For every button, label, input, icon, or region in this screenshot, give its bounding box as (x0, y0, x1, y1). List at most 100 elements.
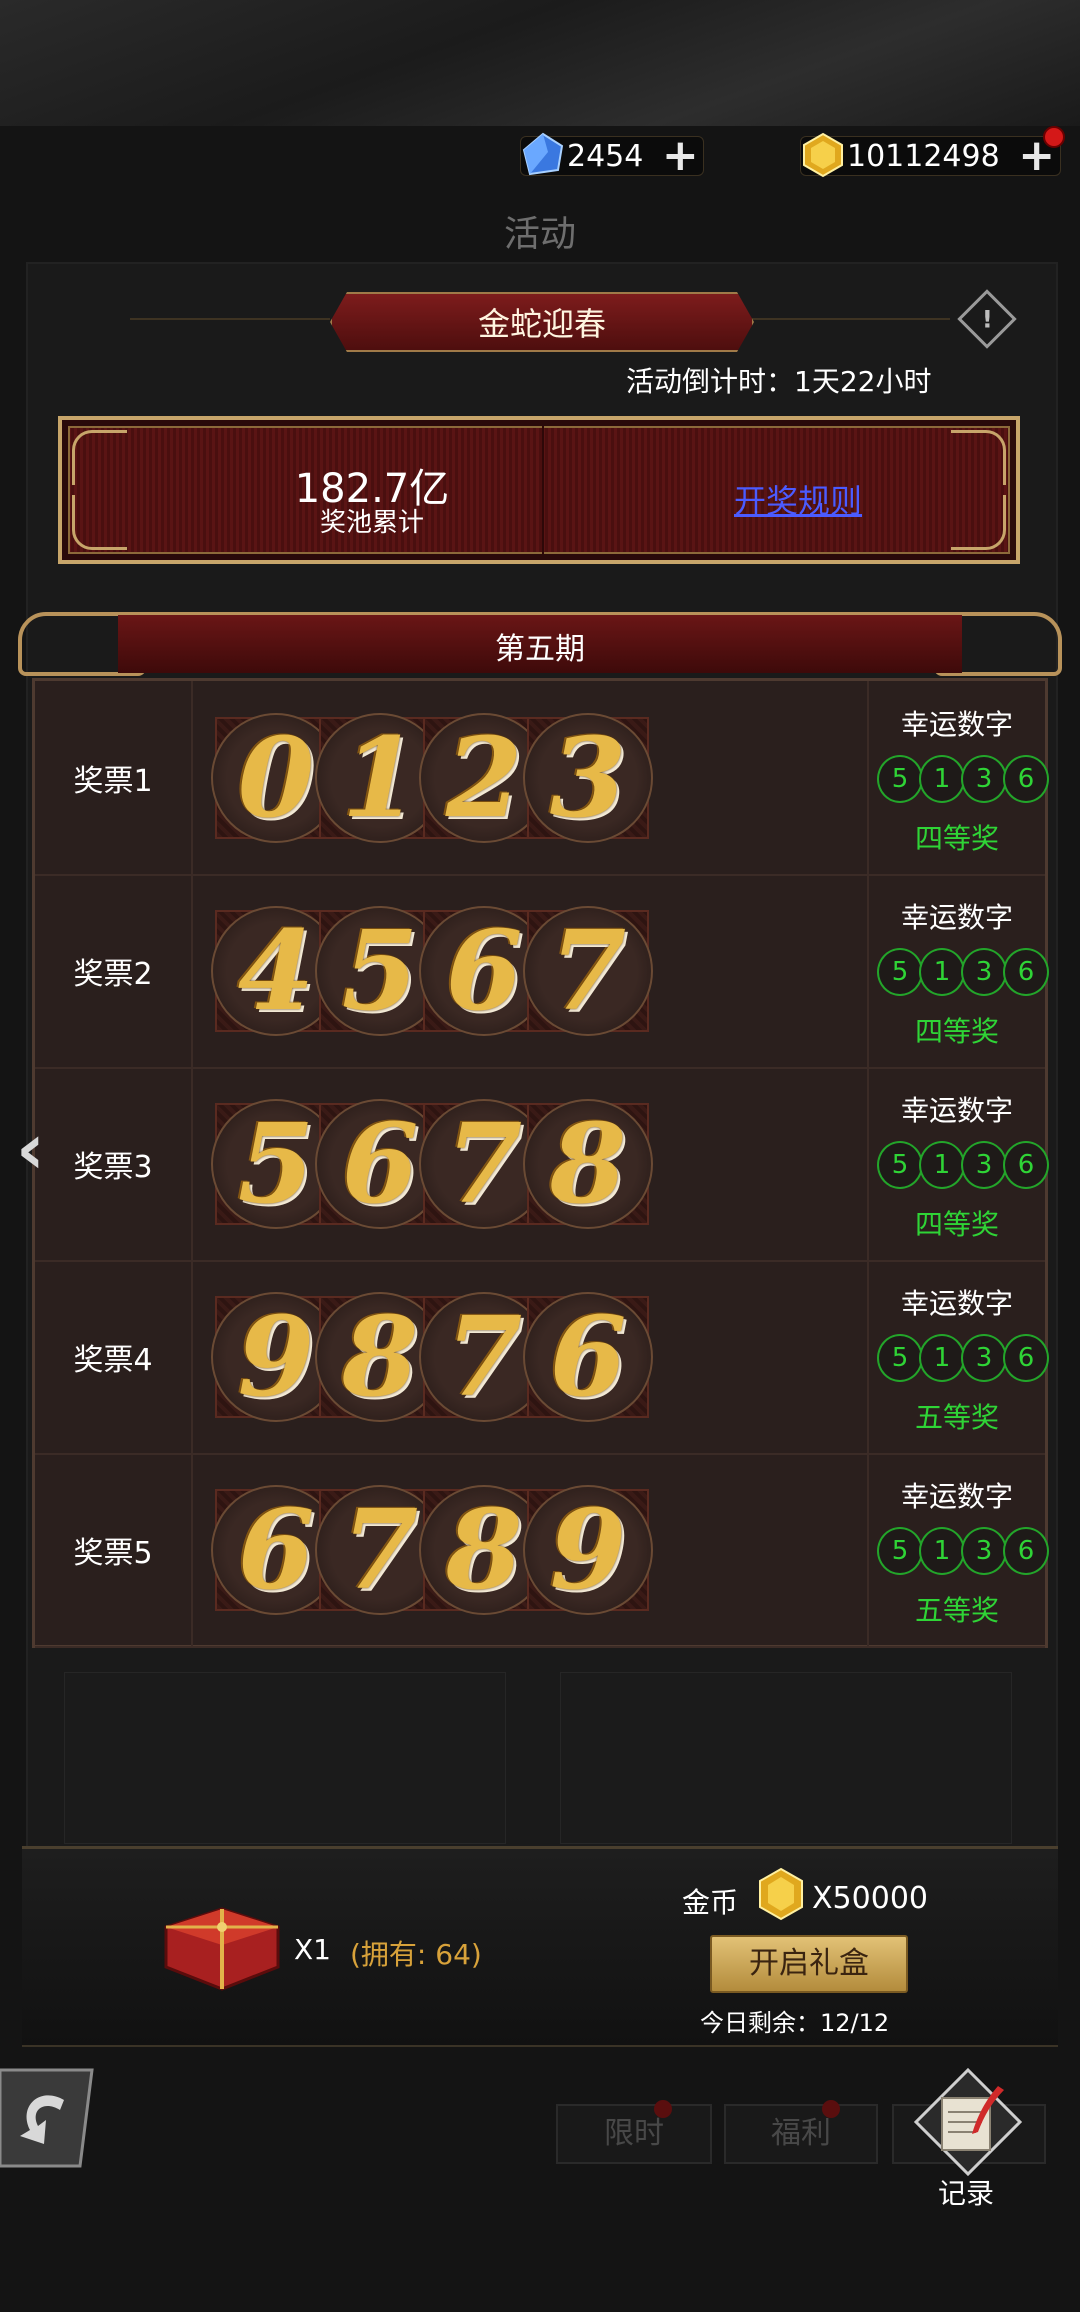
lucky-title: 幸运数字 (900, 1287, 1013, 1320)
tab-limited-label: 限时 (604, 2116, 664, 2151)
gem-counter: 2454 + (520, 132, 705, 180)
pool-divider (542, 426, 544, 554)
ticket-label: 奖票5 (35, 1453, 193, 1646)
notification-dot (654, 2100, 672, 2118)
ticket-digit: 6 (445, 906, 523, 1035)
gift-box-icon (164, 1907, 280, 1991)
ticket-table: 奖票1 0 1 2 3 幸运数字 5 1 3 6 四等奖 奖票2 4 5 6 7 幸运数字 5 1 3 6 四等奖 奖票3 5… (32, 678, 1049, 1648)
lucky-balls: 5136 (877, 1141, 1049, 1189)
lucky-number-ball: 3 (961, 1141, 1007, 1189)
snake-digit-icon: 6 (523, 1292, 653, 1422)
ticket-digit: 0 (237, 713, 315, 842)
lucky-number-ball: 1 (919, 948, 965, 996)
ticket-label: 奖票4 (35, 1260, 193, 1453)
return-icon[interactable] (0, 2066, 100, 2170)
snake-digit-icon: 9 (523, 1485, 653, 1615)
prize-level: 四等奖 (914, 822, 999, 855)
lucky-balls: 5136 (877, 1527, 1049, 1575)
ticket-label: 奖票1 (35, 681, 193, 874)
notification-dot (1042, 126, 1065, 148)
ticket-digit: 9 (549, 1485, 627, 1614)
giftbox-quantity: X1 (294, 1933, 331, 1966)
snake-digit-icon: 7 (523, 906, 653, 1036)
lucky-title: 幸运数字 (900, 1480, 1013, 1513)
lucky-number-ball: 5 (877, 755, 923, 803)
ornament-corner (951, 430, 1006, 485)
ticket-digit: 6 (341, 1099, 419, 1228)
ticket-numbers: 4567 (193, 874, 869, 1067)
lucky-number-ball: 1 (919, 1141, 965, 1189)
tab-limited[interactable]: 限时 (556, 2100, 712, 2164)
lucky-number-ball: 3 (961, 1334, 1007, 1382)
ornament-corner (72, 495, 127, 550)
period-title: 第五期 (495, 632, 585, 667)
ticket-digit: 6 (549, 1292, 627, 1421)
snake-digit-icon: 3 (523, 713, 653, 843)
ticket-numbers: 0123 (193, 681, 869, 874)
lucky-number-ball: 1 (919, 1334, 965, 1382)
lucky-numbers-cell: 幸运数字 5 1 3 6 五等奖 (869, 1453, 1049, 1646)
ticket-digit-tile: 9 (523, 1485, 653, 1615)
ticket-digit: 7 (445, 1292, 523, 1421)
blue-gem-icon (522, 132, 564, 176)
open-giftbox-button[interactable]: 开启礼盒 (710, 1935, 908, 1993)
ticket-digit-tile: 6 (523, 1292, 653, 1422)
lucky-number-ball: 6 (1003, 1334, 1049, 1382)
background-card (560, 1672, 1012, 1844)
lucky-number-ball: 3 (961, 1527, 1007, 1575)
lucky-number-ball: 5 (877, 1334, 923, 1382)
ticket-row: 奖票5 6 7 8 9 幸运数字 5 1 3 6 五等奖 (35, 1453, 1049, 1648)
ticket-digit: 5 (341, 906, 419, 1035)
status-bar-area (0, 0, 1080, 126)
lucky-balls: 5136 (877, 1334, 1049, 1382)
lucky-numbers-cell: 幸运数字 5 1 3 6 四等奖 (869, 1067, 1049, 1260)
giftbox-cost: X50000 (812, 1881, 928, 1916)
ticket-row: 奖票4 9 8 7 6 幸运数字 5 1 3 6 五等奖 (35, 1260, 1049, 1455)
tab-welfare[interactable]: 福利 (724, 2100, 878, 2164)
ticket-row: 奖票3 5 6 7 8 幸运数字 5 1 3 6 四等奖 (35, 1067, 1049, 1262)
ticket-numbers: 9876 (193, 1260, 869, 1453)
draw-rules-link[interactable]: 开奖规则 (734, 476, 862, 522)
tab-welfare-label: 福利 (771, 2116, 831, 2151)
lucky-numbers-cell: 幸运数字 5 1 3 6 五等奖 (869, 1260, 1049, 1453)
chevron-left-icon[interactable]: ‹ (16, 1114, 66, 1184)
gold-coin-icon (803, 132, 843, 178)
notification-dot (822, 2100, 840, 2118)
ticket-row: 奖票2 4 5 6 7 幸运数字 5 1 3 6 四等奖 (35, 874, 1049, 1069)
banner-line-right (750, 318, 950, 320)
lucky-balls: 5136 (877, 948, 1049, 996)
lucky-number-ball: 5 (877, 1527, 923, 1575)
event-countdown: 活动倒计时：1天22小时 (626, 365, 932, 398)
ticket-digit: 2 (445, 713, 523, 842)
giftbox-owned: (拥有: 64) (350, 1938, 482, 1971)
lucky-number-ball: 1 (919, 755, 965, 803)
event-title: 金蛇迎春 (330, 292, 754, 352)
ticket-digit: 1 (341, 713, 419, 842)
lucky-number-ball: 6 (1003, 1527, 1049, 1575)
banner-line-left (130, 318, 330, 320)
ticket-digit: 8 (549, 1099, 627, 1228)
ticket-digit: 3 (549, 713, 627, 842)
ornament-corner (951, 495, 1006, 550)
lucky-numbers-cell: 幸运数字 5 1 3 6 四等奖 (869, 874, 1049, 1067)
lucky-number-ball: 1 (919, 1527, 965, 1575)
lucky-number-ball: 6 (1003, 948, 1049, 996)
prize-pool-label: 奖池累计 (319, 508, 424, 538)
lucky-title: 幸运数字 (900, 901, 1013, 934)
ticket-digit-tile: 3 (523, 713, 653, 843)
page-title: 活动 (503, 214, 576, 255)
lucky-number-ball: 3 (961, 755, 1007, 803)
add-gems-button[interactable]: + (660, 134, 700, 178)
ticket-label: 奖票2 (35, 874, 193, 1067)
lucky-numbers-cell: 幸运数字 5 1 3 6 四等奖 (869, 681, 1049, 874)
scroll-quill-icon[interactable] (912, 2066, 1024, 2178)
ticket-digit: 5 (237, 1099, 315, 1228)
ticket-digit-tile: 7 (523, 906, 653, 1036)
ticket-digit: 8 (445, 1485, 523, 1614)
ticket-digit: 7 (341, 1485, 419, 1614)
lucky-title: 幸运数字 (900, 1094, 1013, 1127)
ticket-digit-tile: 8 (523, 1099, 653, 1229)
ornament-corner (72, 430, 127, 485)
lucky-number-ball: 5 (877, 948, 923, 996)
daily-remaining: 今日剩余：12/12 (700, 2009, 890, 2037)
